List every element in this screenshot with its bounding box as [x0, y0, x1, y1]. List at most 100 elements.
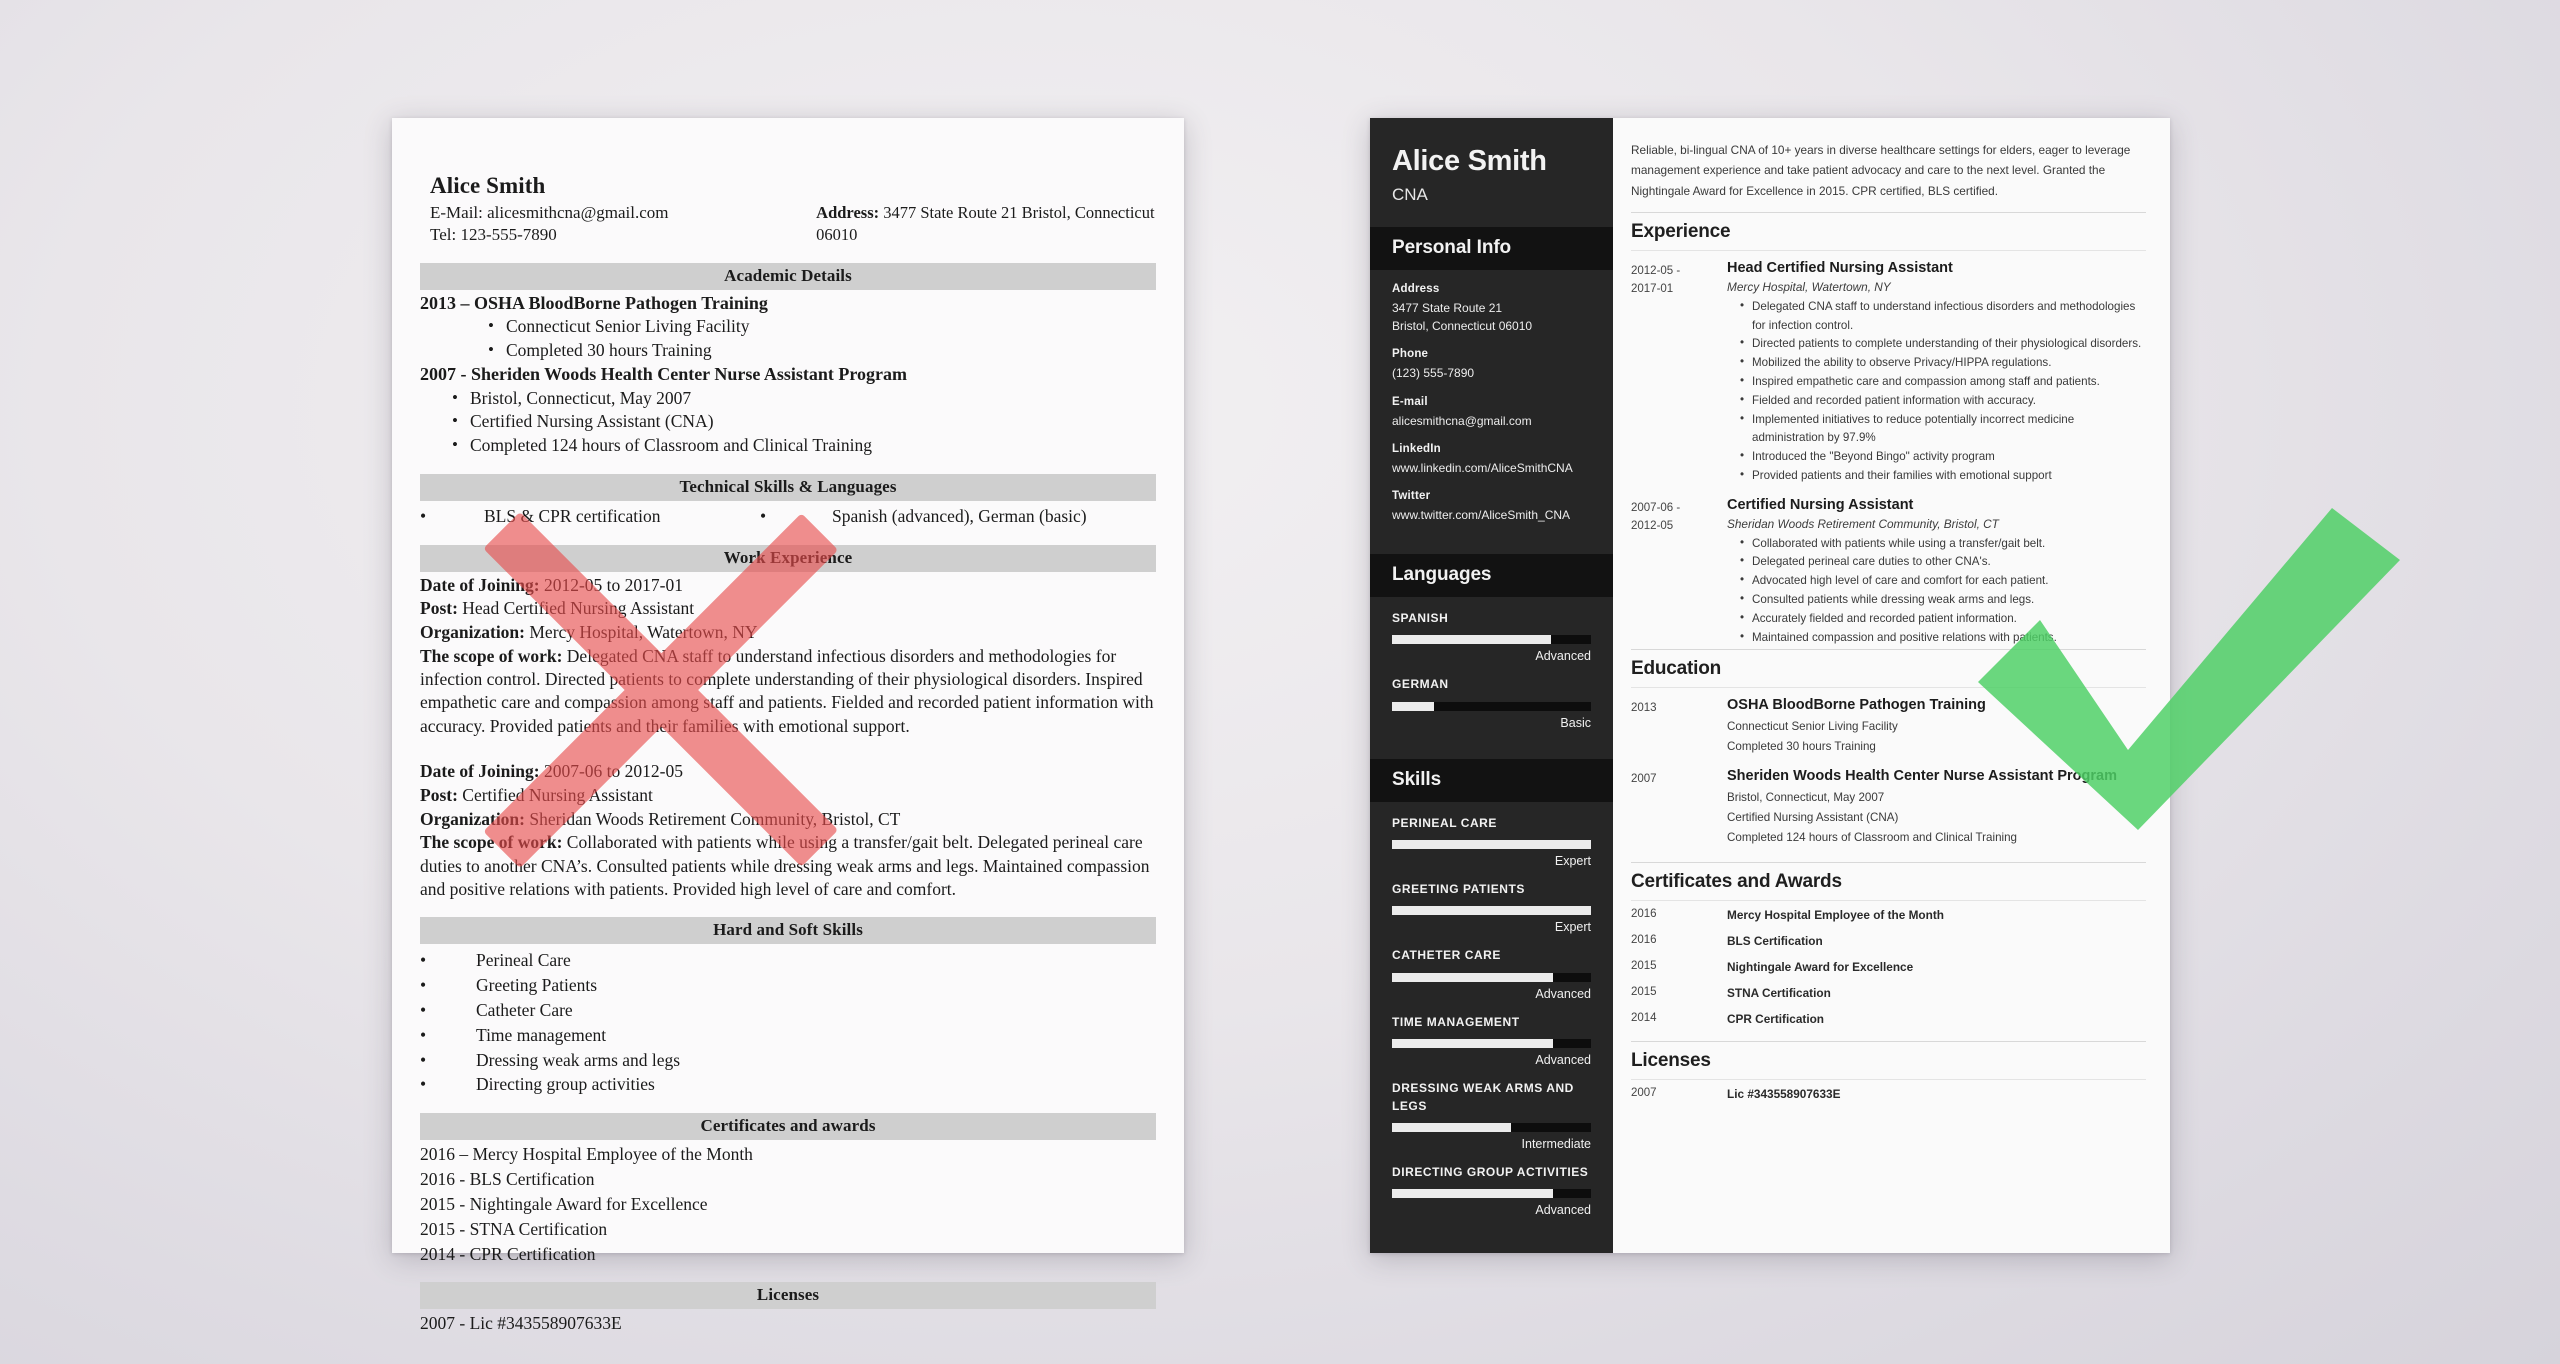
entry-dates: 2007 [1631, 773, 1657, 786]
good-heading-education: Education [1631, 649, 2146, 689]
progress-fill [1392, 635, 1552, 645]
bar-label: TIME MANAGEMENT [1392, 1014, 1520, 1029]
bad-work-org-label: Organization: [420, 622, 525, 643]
good-resume-sidebar: Alice Smith CNA Personal Info Address 34… [1370, 118, 1613, 1253]
list-item: Delegated CNA staff to understand infect… [1740, 297, 2146, 336]
list-item: Connecticut Senior Living Facility [488, 314, 1156, 339]
progress-track [1392, 1039, 1591, 1049]
sidebar-skills-body: PERINEAL CARE Expert GREETING PATIENTS E… [1370, 802, 1613, 1247]
entry-body: OSHA BloodBorne Pathogen Training Connec… [1727, 697, 2146, 757]
bad-work-entry: Date of Joining: 2007-06 to 2012-05 Post… [420, 760, 1156, 901]
bad-work-date-label: Date of Joining: [420, 574, 540, 595]
list-item: • Perineal Care [420, 948, 1156, 973]
list-item: • Time management [420, 1023, 1156, 1048]
field-value[interactable]: www.twitter.com/AliceSmith_CNA [1392, 507, 1591, 524]
bad-academic-bullets: Bristol, Connecticut, May 2007 Certified… [452, 386, 1156, 458]
field-label: E-mail [1392, 395, 1428, 408]
sidebar-field-email: E-mail alicesmithcna@gmail.com [1392, 396, 1591, 430]
bad-license-item: 2007 - Lic #343558907633E [420, 1313, 622, 1334]
bad-technical-left-label: BLS & CPR certification [484, 506, 661, 527]
entry-role: Head Certified Nursing Assistant [1727, 259, 1953, 276]
bar-level-label: Basic [1560, 715, 1591, 730]
experience-entry: 2012-05 - 2017-01 Head Certified Nursing… [1631, 251, 2146, 488]
list-item: Certified Nursing Assistant (CNA) [452, 409, 1156, 434]
certificate-text: BLS Certification [1727, 934, 1823, 949]
field-value: (123) 555-7890 [1392, 366, 1475, 381]
progress-fill [1392, 906, 1591, 916]
field-label: Twitter [1392, 490, 1431, 503]
language-bar-spanish: SPANISH Advanced [1392, 610, 1591, 663]
entry-detail: Completed 124 hours of Classroom and Cli… [1727, 831, 2017, 845]
list-item: Collaborated with patients while using a… [1740, 534, 2146, 554]
field-label: Phone [1392, 348, 1429, 361]
list-item: Advocated high level of care and comfort… [1740, 571, 2146, 591]
bad-technical-right: • Spanish (advanced), German (basic) [760, 504, 1087, 529]
entry-body: Certified Nursing Assistant Sheridan Woo… [1727, 497, 2146, 648]
field-value[interactable]: alicesmithcna@gmail.com [1392, 413, 1591, 430]
good-heading-certificates: Certificates and Awards [1631, 862, 2146, 902]
sidebar-heading-languages: Languages [1370, 553, 1613, 597]
list-item: 2016 - BLS Certification [420, 1169, 595, 1190]
bad-technical-left: • BLS & CPR certification [420, 504, 760, 529]
list-item: • Greeting Patients [420, 973, 1156, 998]
progress-fill [1392, 972, 1554, 982]
skill-bar-time-management: TIME MANAGEMENT Advanced [1392, 1014, 1591, 1067]
certificate-text: Nightingale Award for Excellence [1727, 960, 1914, 975]
bad-section-hard-soft-skills: Hard and Soft Skills [420, 917, 1156, 945]
bad-work-scope-label: The scope of work: [420, 832, 563, 853]
good-resume-main-column: Reliable, bi-lingual CNA of 10+ years in… [1613, 118, 2170, 1253]
bullet-icon: • [420, 1074, 427, 1095]
bar-level-label: Expert [1554, 853, 1591, 868]
sidebar-personal-info-body: Address 3477 State Route 21 Bristol, Con… [1370, 270, 1613, 553]
bad-technical-right-label: Spanish (advanced), German (basic) [832, 506, 1087, 527]
bar-level-label: Advanced [1535, 1053, 1591, 1068]
bar-label: DRESSING WEAK ARMS AND LEGS [1392, 1081, 1574, 1113]
list-item: Completed 124 hours of Classroom and Cli… [452, 433, 1156, 458]
entry-role: Sheriden Woods Health Center Nurse Assis… [1727, 768, 2117, 785]
bad-academic-heading: 2007 - Sheriden Woods Health Center Nurs… [420, 364, 908, 385]
sidebar-heading-personal-info: Personal Info [1370, 227, 1613, 271]
certificate-year: 2014 [1631, 1012, 1657, 1025]
progress-fill [1392, 1189, 1554, 1199]
bad-resume-contact-row: E-Mail: alicesmithcna@gmail.com Tel: 123… [430, 202, 1156, 247]
bad-work-org-value: Sheridan Woods Retirement Community, Bri… [529, 808, 901, 829]
language-bar-german: GERMAN Basic [1392, 676, 1591, 730]
comparison-stage: Alice Smith E-Mail: alicesmithcna@gmail.… [0, 0, 2560, 1364]
bad-section-academic-details: Academic Details [420, 262, 1156, 290]
bad-resume-address-value: 3477 State Route 21 Bristol, Connecticut [883, 203, 1155, 222]
good-resume-document: Alice Smith CNA Personal Info Address 34… [1370, 118, 2170, 1253]
entry-detail: Certified Nursing Assistant (CNA) [1727, 811, 1899, 825]
license-year: 2007 [1631, 1087, 1657, 1100]
good-heading-licenses: Licenses [1631, 1041, 2146, 1081]
entry-role: OSHA BloodBorne Pathogen Training [1727, 697, 1986, 714]
field-value[interactable]: www.linkedin.com/AliceSmithCNA [1392, 460, 1591, 477]
bad-technical-row: • BLS & CPR certification • Spanish (adv… [420, 504, 1156, 529]
field-value: 3477 State Route 21 Bristol, Connecticut… [1392, 301, 1533, 333]
bad-resume-tel: Tel: 123-555-7890 [430, 225, 557, 245]
certificate-row: 2016 Mercy Hospital Employee of the Mont… [1631, 901, 2146, 927]
certificate-text: CPR Certification [1727, 1012, 1825, 1027]
good-heading-experience: Experience [1631, 211, 2146, 251]
bad-work-org-label: Organization: [420, 808, 525, 829]
good-resume-name: Alice Smith [1392, 145, 1547, 177]
progress-track [1392, 635, 1591, 645]
certificate-year: 2016 [1631, 908, 1657, 921]
good-resume-summary: Reliable, bi-lingual CNA of 10+ years in… [1631, 143, 2131, 198]
list-item: Fielded and recorded patient information… [1740, 391, 2146, 411]
bad-section-technical-skills: Technical Skills & Languages [420, 474, 1156, 502]
entry-organization: Mercy Hospital, Watertown, NY [1727, 279, 1891, 294]
skill-bar-dressing-weak-arms-and-legs: DRESSING WEAK ARMS AND LEGS Intermediate [1392, 1080, 1591, 1151]
bad-resume-document: Alice Smith E-Mail: alicesmithcna@gmail.… [392, 118, 1184, 1333]
certificate-text: Mercy Hospital Employee of the Month [1727, 908, 1944, 923]
certificate-row: 2015 Nightingale Award for Excellence [1631, 953, 2146, 979]
bar-label: CATHETER CARE [1392, 948, 1501, 963]
entry-organization: Sheridan Woods Retirement Community, Bri… [1727, 516, 1999, 531]
bad-skills-list: • Perineal Care • Greeting Patients • Cathe… [420, 948, 1156, 1097]
list-item: Completed 30 hours Training [488, 338, 1156, 363]
bad-section-licenses: Licenses [420, 1282, 1156, 1310]
certificate-row: 2016 BLS Certification [1631, 927, 2146, 953]
certificate-year: 2016 [1631, 934, 1657, 947]
bullet-icon: • [760, 506, 767, 527]
list-item: Inspired empathetic care and compassion … [1740, 372, 2146, 392]
bar-label: GERMAN [1392, 677, 1449, 692]
